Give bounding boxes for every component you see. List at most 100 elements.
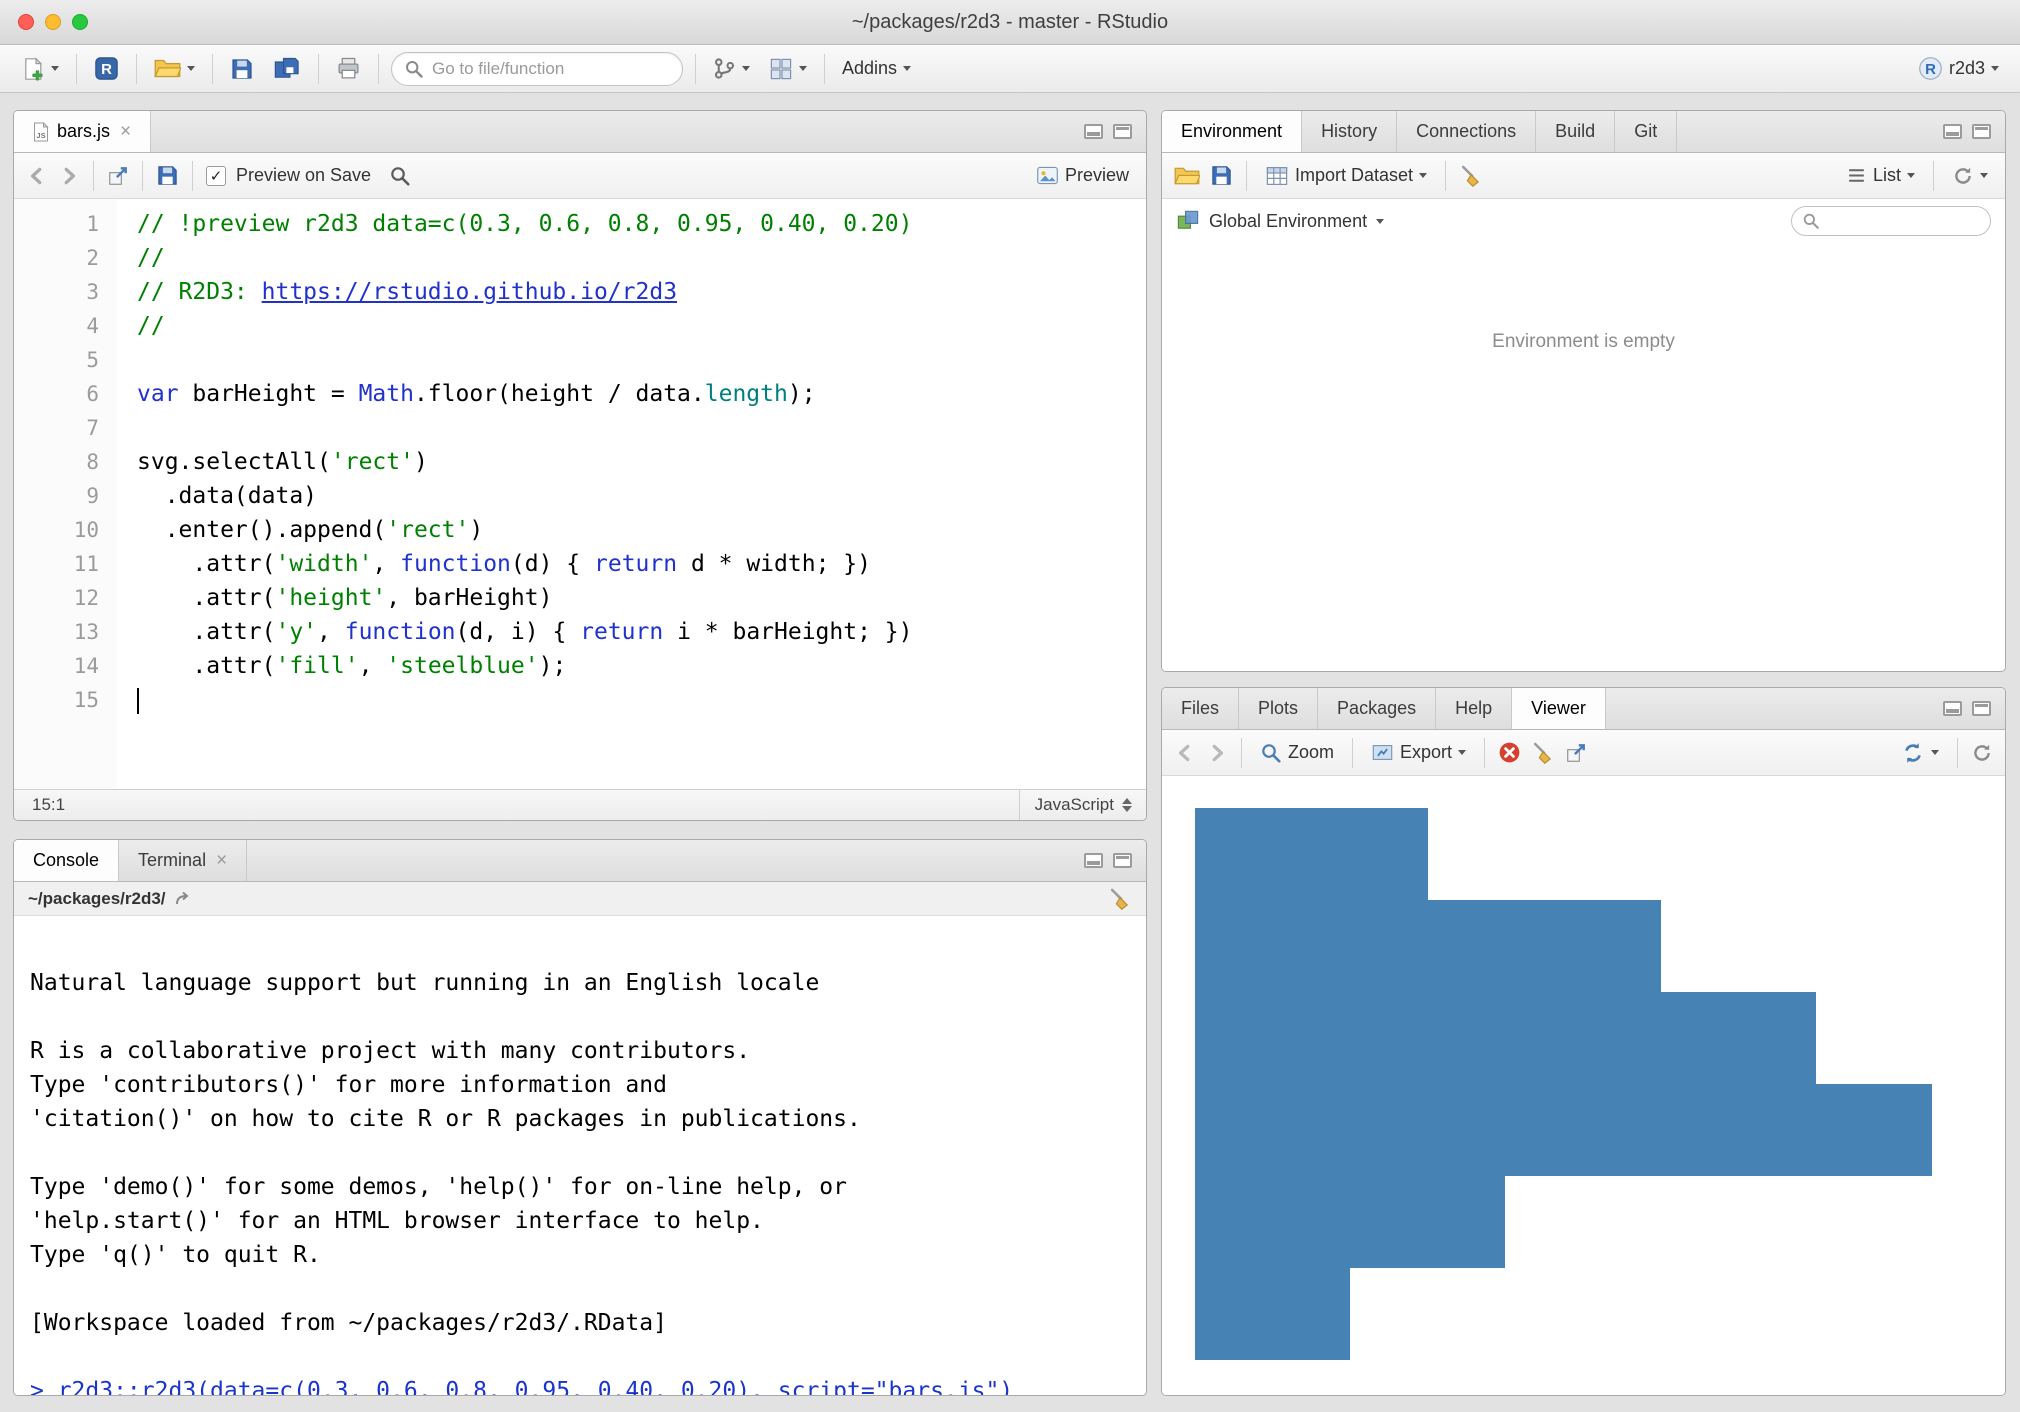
- chart-bar: [1195, 900, 1661, 992]
- code-line: // R2D3: https://rstudio.github.io/r2d3: [137, 275, 1146, 309]
- print-button[interactable]: [331, 53, 366, 84]
- tab-viewer[interactable]: Viewer: [1512, 688, 1606, 729]
- maximize-pane-icon[interactable]: [1113, 853, 1132, 868]
- minimize-pane-icon[interactable]: [1084, 853, 1103, 868]
- scope-selector[interactable]: Global Environment: [1209, 211, 1367, 232]
- updown-icon: [1122, 798, 1132, 812]
- environment-empty-message: Environment is empty: [1162, 331, 2005, 353]
- close-tab-icon[interactable]: ×: [216, 851, 227, 870]
- viewer-forward-button[interactable]: [1206, 742, 1228, 764]
- line-number: 1: [14, 207, 117, 241]
- viewer-sync-button[interactable]: [1896, 738, 1944, 768]
- viewer-back-button[interactable]: [1174, 742, 1196, 764]
- refresh-environment-button[interactable]: [1947, 162, 1993, 190]
- export-button[interactable]: Export: [1366, 738, 1471, 767]
- new-file-button[interactable]: [16, 54, 64, 84]
- save-all-button[interactable]: [268, 53, 306, 85]
- maximize-pane-icon[interactable]: [1972, 701, 1991, 716]
- zoom-icon: [1260, 742, 1282, 764]
- save-button[interactable]: [225, 54, 259, 84]
- nav-back-button[interactable]: [26, 165, 48, 187]
- console-path-row: ~/packages/r2d3/: [14, 882, 1146, 916]
- tab-terminal[interactable]: Terminal ×: [119, 840, 247, 881]
- maximize-pane-icon[interactable]: [1972, 124, 1991, 139]
- line-number: 2: [14, 241, 117, 275]
- minimize-button[interactable]: [45, 14, 61, 30]
- toolbar-separator: [1352, 738, 1353, 768]
- minimize-pane-icon[interactable]: [1943, 124, 1962, 139]
- save-workspace-button[interactable]: [1210, 164, 1233, 187]
- import-dataset-button[interactable]: Import Dataset: [1260, 161, 1432, 191]
- viewer-popout-button[interactable]: [1565, 742, 1587, 764]
- list-view-button[interactable]: List: [1841, 162, 1920, 189]
- load-workspace-button[interactable]: [1174, 165, 1200, 187]
- remove-viewer-item-button[interactable]: [1498, 741, 1521, 764]
- minimize-pane-icon[interactable]: [1943, 701, 1962, 716]
- goto-directory-button[interactable]: [174, 889, 194, 909]
- preview-icon: [1036, 164, 1059, 187]
- tab-plots[interactable]: Plots: [1239, 688, 1318, 729]
- save-icon: [230, 57, 254, 81]
- clear-viewer-button[interactable]: [1531, 741, 1555, 765]
- addins-button[interactable]: Addins: [837, 55, 916, 82]
- preview-button[interactable]: Preview: [1031, 161, 1134, 190]
- toolbar-separator: [1246, 161, 1247, 191]
- tab-build[interactable]: Build: [1536, 111, 1615, 152]
- project-menu-button[interactable]: R r2d3: [1913, 53, 2004, 84]
- line-number: 5: [14, 343, 117, 377]
- pane-window-controls: [1070, 840, 1146, 881]
- open-new-window-button[interactable]: [107, 165, 129, 187]
- tab-git[interactable]: Git: [1615, 111, 1677, 152]
- clear-workspace-button[interactable]: [1459, 164, 1483, 188]
- source-pane: JS bars.js × ✓ Preview on Save Previ: [13, 110, 1147, 821]
- close-button[interactable]: [18, 14, 34, 30]
- nav-forward-button[interactable]: [58, 165, 80, 187]
- toolbar-separator: [695, 54, 696, 84]
- viewer-refresh-button[interactable]: [1971, 742, 1993, 764]
- toolbar-separator: [1484, 738, 1485, 768]
- toolbar-separator: [1241, 738, 1242, 768]
- find-replace-button[interactable]: [389, 165, 411, 187]
- chevron-down-icon: [1458, 750, 1466, 755]
- goto-file-input[interactable]: [432, 59, 670, 79]
- clear-console-button[interactable]: [1108, 887, 1132, 911]
- tab-packages[interactable]: Packages: [1318, 688, 1436, 729]
- line-number: 8: [14, 445, 117, 479]
- console-line: R is a collaborative project with many c…: [30, 1034, 1146, 1068]
- version-control-button[interactable]: [708, 54, 755, 83]
- line-number: 9: [14, 479, 117, 513]
- open-file-button[interactable]: [149, 54, 200, 83]
- save-source-button[interactable]: [156, 164, 179, 187]
- maximize-pane-icon[interactable]: [1113, 124, 1132, 139]
- forward-icon: [58, 165, 80, 187]
- code-editor[interactable]: 123456789101112131415 // !preview r2d3 d…: [14, 199, 1146, 789]
- tab-files[interactable]: Files: [1162, 688, 1239, 729]
- console-line: [Workspace loaded from ~/packages/r2d3/.…: [30, 1306, 1146, 1340]
- list-icon: [1846, 165, 1867, 186]
- tab-console[interactable]: Console: [14, 840, 119, 881]
- tab-bars-js[interactable]: JS bars.js ×: [14, 111, 151, 152]
- preview-on-save-checkbox[interactable]: ✓: [206, 166, 226, 186]
- environment-search-input[interactable]: [1827, 212, 2006, 230]
- console-output[interactable]: Natural language support but running in …: [14, 916, 1146, 1395]
- tab-connections[interactable]: Connections: [1397, 111, 1536, 152]
- editor-statusbar: 15:1 JavaScript: [14, 789, 1146, 820]
- new-project-button[interactable]: R: [89, 53, 124, 84]
- line-number: 6: [14, 377, 117, 411]
- pane-layout-button[interactable]: [764, 54, 812, 84]
- zoom-button[interactable]: [72, 14, 88, 30]
- export-label: Export: [1400, 742, 1452, 763]
- minimize-pane-icon[interactable]: [1084, 124, 1103, 139]
- refresh-icon: [1971, 742, 1993, 764]
- chart-bar: [1195, 1084, 1932, 1176]
- chevron-down-icon: [51, 66, 59, 71]
- zoom-button-viewer[interactable]: Zoom: [1255, 739, 1339, 767]
- environment-pane: Environment History Connections Build Gi…: [1161, 110, 2006, 672]
- tab-help[interactable]: Help: [1436, 688, 1512, 729]
- close-tab-icon[interactable]: ×: [120, 122, 131, 141]
- tab-history[interactable]: History: [1302, 111, 1397, 152]
- pane-window-controls: [1070, 111, 1146, 152]
- tab-environment[interactable]: Environment: [1162, 111, 1302, 152]
- language-selector[interactable]: JavaScript: [1035, 795, 1132, 815]
- toolbar-separator: [1957, 738, 1958, 768]
